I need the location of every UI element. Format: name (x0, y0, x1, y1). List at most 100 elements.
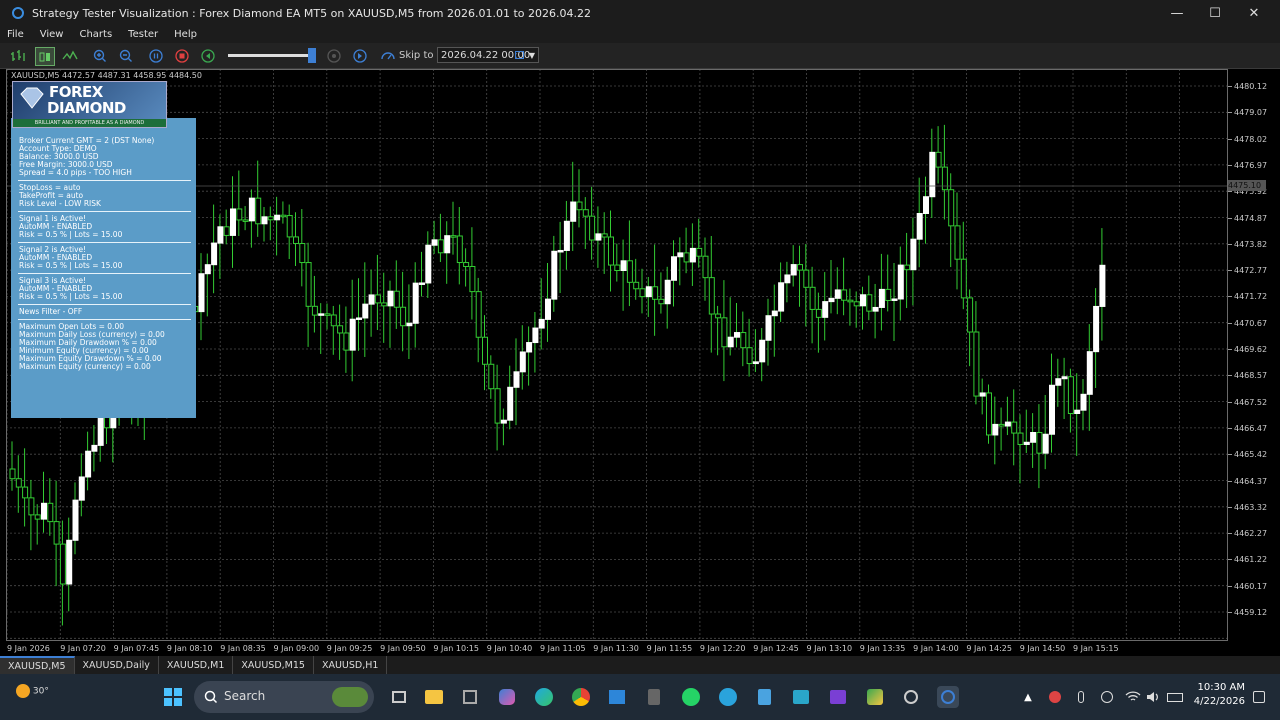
skip-to-icon[interactable] (379, 47, 397, 64)
telegram-icon[interactable] (717, 686, 739, 708)
price-tick-label: 4480.12 (1228, 82, 1267, 91)
notification-icon[interactable] (1248, 686, 1270, 708)
menu-file[interactable]: File (7, 29, 24, 40)
close-button[interactable]: ✕ (1234, 0, 1274, 26)
store-icon[interactable] (606, 686, 628, 708)
candle-body (261, 216, 268, 225)
time-tick-label: 9 Jan 09:00 (273, 644, 320, 653)
tab-xauusd-m5[interactable]: XAUUSD,M5 (0, 656, 75, 674)
candle-body (1030, 431, 1037, 443)
candle-body (1004, 421, 1011, 427)
settings-gear-icon[interactable] (900, 686, 922, 708)
photos-icon[interactable] (790, 686, 812, 708)
copilot-icon[interactable] (496, 686, 518, 708)
candle-body (664, 279, 671, 305)
candle-body (59, 543, 66, 585)
price-tick-label: 4460.17 (1228, 582, 1267, 591)
start-icon[interactable] (162, 686, 184, 708)
minimize-button[interactable]: — (1157, 0, 1197, 26)
skip-forward-icon[interactable] (351, 47, 369, 64)
price-tick-label: 4463.32 (1228, 503, 1267, 512)
panel-line: Risk Level - LOW RISK (19, 199, 101, 208)
price-tick-label: 4469.62 (1228, 345, 1267, 354)
candle-body (72, 499, 79, 541)
skip-date-input[interactable]: 2026.04.22 00:00 ▼ (437, 47, 539, 63)
candlestick-icon[interactable] (35, 47, 55, 66)
candle-body (734, 332, 740, 338)
candle-body (759, 339, 766, 363)
candle-body (626, 260, 633, 283)
candle-body (658, 298, 665, 305)
location-icon[interactable] (1096, 686, 1118, 708)
candle-body (702, 255, 709, 279)
snipping-tool-icon[interactable] (459, 686, 481, 708)
tab-xauusd-h1[interactable]: XAUUSD,H1 (314, 656, 388, 674)
notepad-icon[interactable] (753, 686, 775, 708)
candle-body (22, 486, 29, 499)
step-icon[interactable] (325, 47, 343, 64)
metatrader5-active-icon[interactable] (937, 686, 959, 708)
battery-icon[interactable] (1164, 686, 1186, 708)
menu-charts[interactable]: Charts (79, 29, 112, 40)
maximize-button[interactable]: ☐ (1195, 0, 1235, 26)
wifi-icon[interactable] (1122, 686, 1144, 708)
zoom-out-icon[interactable] (117, 47, 135, 64)
system-clock[interactable]: 10:30 AM 4/22/2026 (1188, 681, 1245, 709)
panel-line: Risk = 0.5 % | Lots = 15.00 (19, 292, 123, 301)
candle-body (1074, 409, 1081, 414)
price-tick-label: 4468.57 (1228, 371, 1267, 380)
candle-body (891, 298, 898, 301)
chevron-down-icon[interactable]: ▼ (529, 48, 535, 64)
candle-body (967, 297, 974, 333)
whatsapp-icon[interactable] (680, 686, 702, 708)
ohlc-header: XAUUSD,M5 4472.57 4487.31 4458.95 4484.5… (11, 71, 202, 80)
menu-tester[interactable]: Tester (128, 29, 158, 40)
stop-icon[interactable] (173, 47, 191, 64)
candle-body (620, 260, 627, 272)
candle-body (639, 288, 646, 298)
search-placeholder: Search (224, 689, 266, 703)
microphone-icon[interactable] (1070, 686, 1092, 708)
pause-icon[interactable] (147, 47, 165, 64)
tray-app-icon[interactable] (1044, 686, 1066, 708)
task-view-icon[interactable] (388, 686, 410, 708)
chrome-icon[interactable] (570, 686, 592, 708)
tray-chevron-up-icon[interactable]: ▲ (1017, 686, 1039, 708)
candle-body (992, 423, 999, 436)
speed-slider-track[interactable] (228, 54, 316, 57)
candle-body (986, 392, 992, 436)
candle-body (337, 325, 344, 334)
bar-chart-icon[interactable] (9, 47, 27, 64)
file-explorer-icon[interactable] (423, 686, 445, 708)
candle-body (570, 201, 577, 222)
candle-body (778, 282, 785, 312)
line-chart-icon[interactable] (61, 47, 79, 64)
clipchamp-icon[interactable] (827, 686, 849, 708)
calculator-icon[interactable] (643, 686, 665, 708)
panel-separator (18, 180, 191, 181)
tab-xauusd-daily[interactable]: XAUUSD,Daily (75, 656, 159, 674)
speed-slider-thumb[interactable] (308, 48, 316, 63)
weather-widget[interactable]: 30° (16, 684, 49, 698)
menu-view[interactable]: View (40, 29, 64, 40)
price-tick-label: 4471.72 (1228, 292, 1267, 301)
candle-body (1061, 376, 1068, 380)
time-tick-label: 9 Jan 10:40 (486, 644, 533, 653)
candle-body (324, 313, 331, 316)
menu-help[interactable]: Help (174, 29, 197, 40)
candle-body (374, 294, 381, 304)
toolbar: Skip to 2026.04.22 00:00 ▼ (0, 43, 1280, 69)
candle-body (677, 252, 684, 258)
taskbar-search[interactable]: Search (194, 681, 374, 713)
tab-xauusd-m15[interactable]: XAUUSD,M15 (233, 656, 314, 674)
tab-xauusd-m1[interactable]: XAUUSD,M1 (159, 656, 234, 674)
rewind-icon[interactable] (199, 47, 217, 64)
panel-separator (18, 211, 191, 212)
panel-line: Risk = 0.5 % | Lots = 15.00 (19, 230, 123, 239)
metatrader-icon[interactable] (864, 686, 886, 708)
calendar-icon[interactable] (515, 51, 524, 59)
edge-icon[interactable] (533, 686, 555, 708)
volume-icon[interactable] (1143, 686, 1165, 708)
zoom-in-icon[interactable] (91, 47, 109, 64)
candle-body (948, 189, 955, 227)
